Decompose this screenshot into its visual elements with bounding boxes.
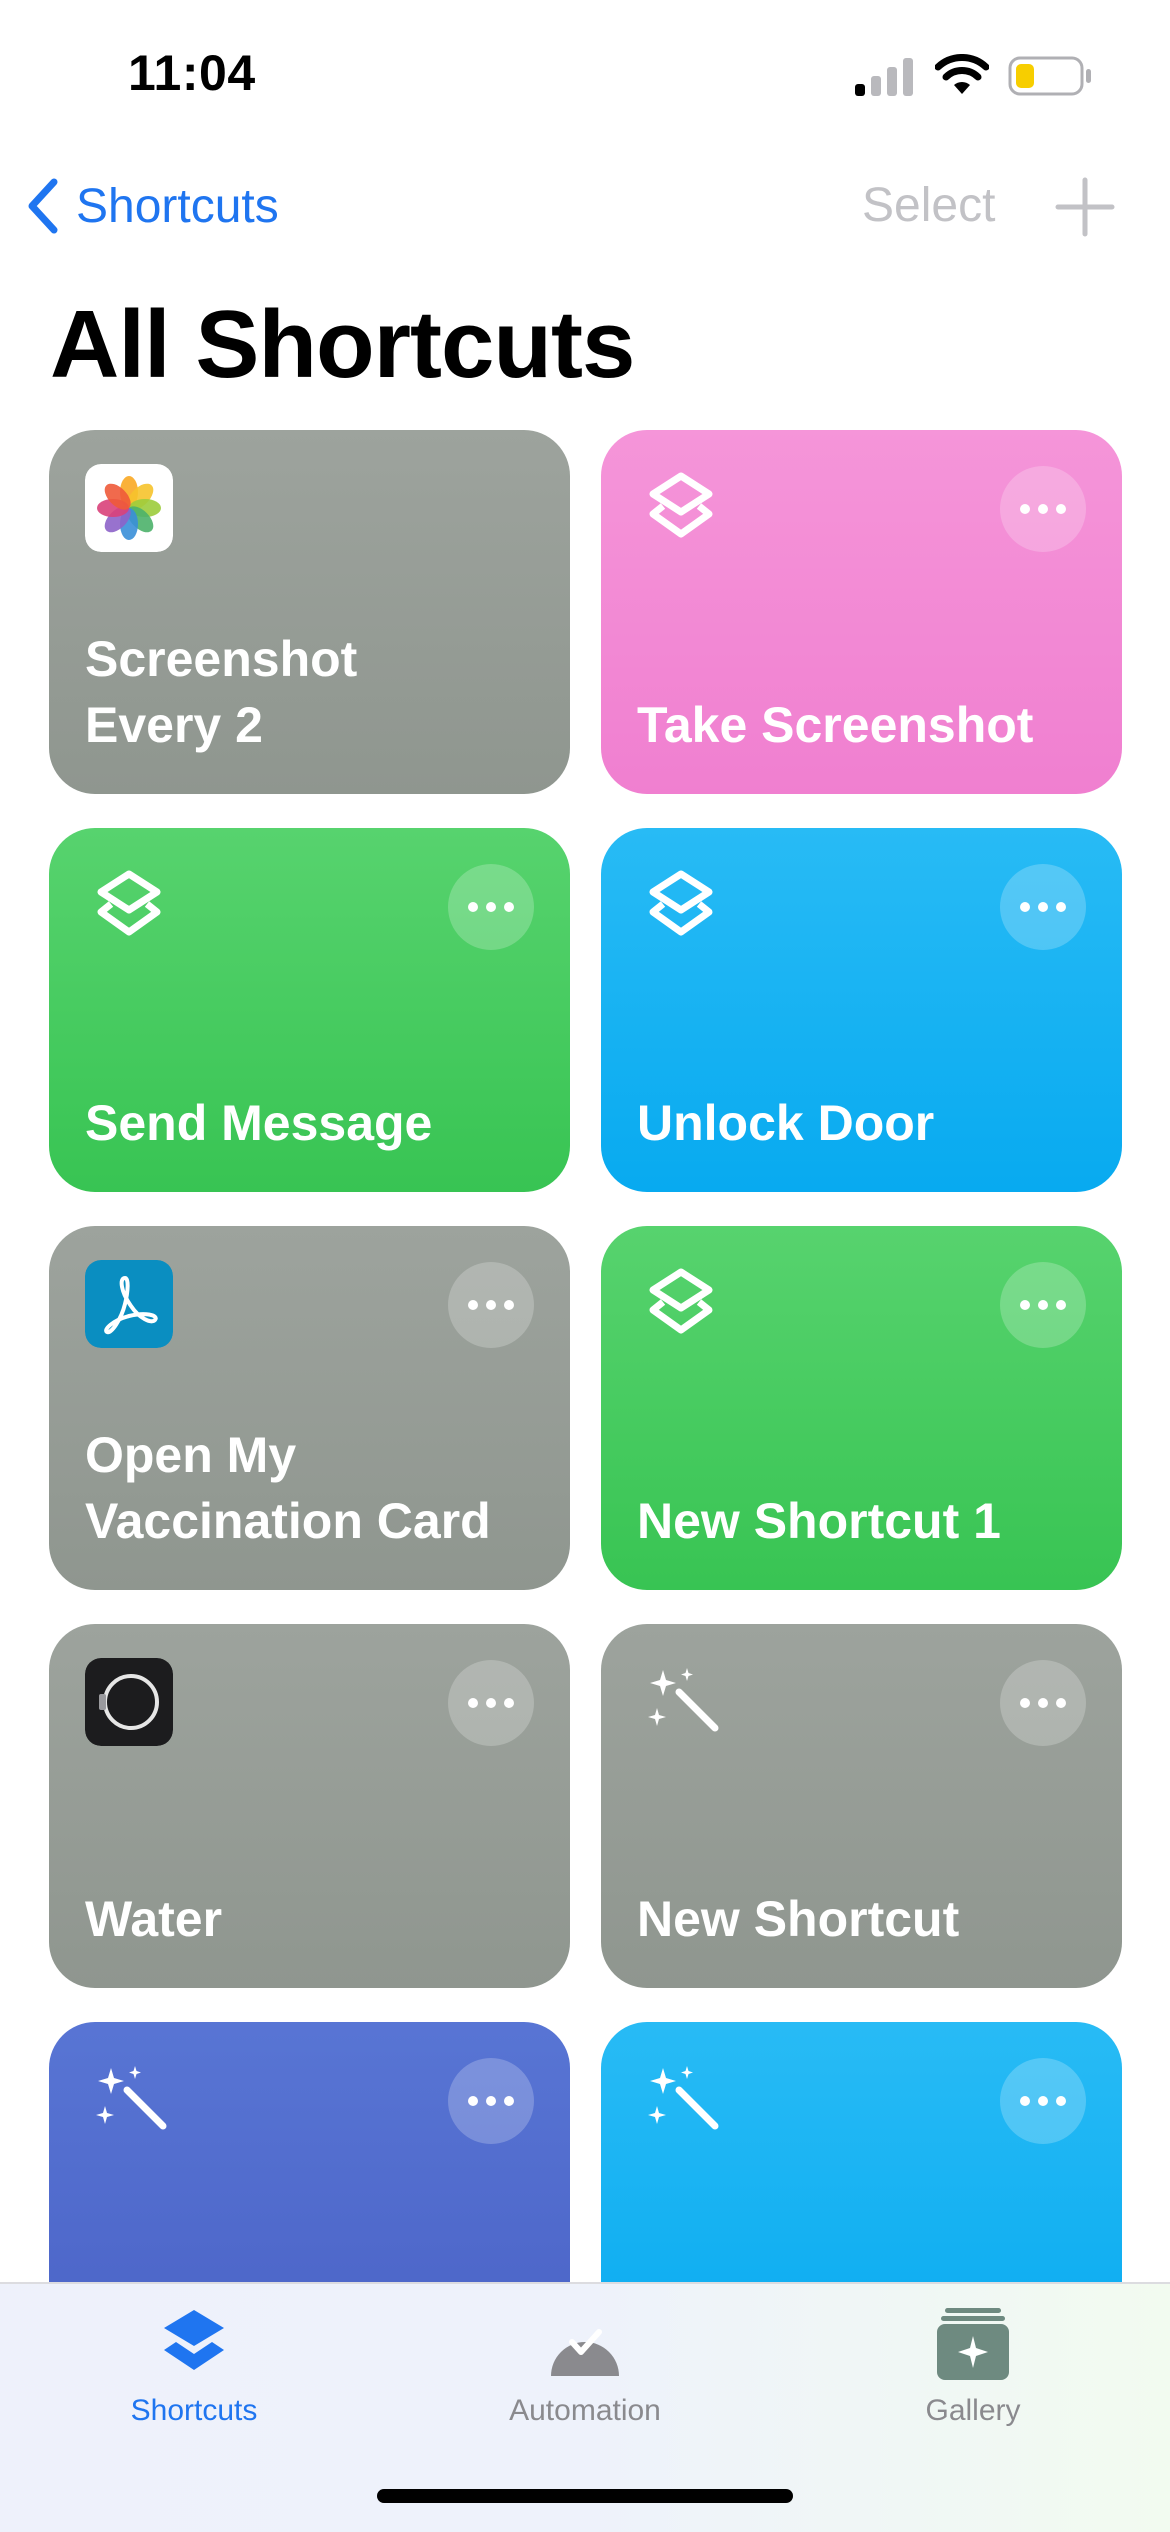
shortcut-title: Take Screenshot xyxy=(637,697,1034,753)
shortcut-card[interactable]: Water xyxy=(49,1624,570,1988)
tab-shortcuts[interactable]: Shortcuts xyxy=(74,2304,314,2454)
more-options-button[interactable] xyxy=(1000,1262,1086,1348)
shortcut-title: Water xyxy=(85,1891,223,1947)
home-indicator xyxy=(377,2489,793,2503)
wifi-icon xyxy=(935,54,989,94)
shortcuts-stack-icon xyxy=(97,870,161,936)
shortcuts-stack-icon xyxy=(649,472,713,538)
acrobat-app-icon xyxy=(85,1260,173,1348)
shortcut-card[interactable]: New Shortcut 1 xyxy=(601,1226,1122,1590)
shortcuts-stack-icon xyxy=(649,1268,713,1334)
tab-label: Gallery xyxy=(925,2394,1021,2427)
add-shortcut-button[interactable] xyxy=(1054,176,1116,238)
navigation-bar: Shortcuts Select xyxy=(0,160,1170,250)
more-options-button[interactable] xyxy=(1000,864,1086,950)
automation-tab-icon xyxy=(551,2329,619,2376)
shortcut-card[interactable]: New Shortcut xyxy=(601,1624,1122,1988)
magic-wand-icon xyxy=(648,1668,719,1732)
shortcut-title: New Shortcut 1 xyxy=(637,1493,1001,1549)
shortcut-card[interactable]: Unlock Door xyxy=(601,828,1122,1192)
cellular-signal-icon xyxy=(855,58,913,96)
photos-app-icon xyxy=(85,464,173,552)
tab-label: Shortcuts xyxy=(130,2394,258,2427)
tab-automation[interactable]: Automation xyxy=(465,2304,705,2454)
shortcut-title: Send Message xyxy=(85,1095,433,1151)
shortcut-card[interactable]: Screenshot Every 2 xyxy=(49,430,570,794)
shortcut-title: Screenshot Every 2 xyxy=(85,631,358,753)
page-title: All Shortcuts xyxy=(50,291,635,398)
shortcut-title: Open My Vaccination Card xyxy=(85,1427,491,1549)
more-options-button[interactable] xyxy=(448,2058,534,2144)
more-options-button[interactable] xyxy=(448,1262,534,1348)
chevron-left-icon xyxy=(28,178,58,234)
shortcut-card[interactable]: Open My Vaccination Card xyxy=(49,1226,570,1590)
gallery-tab-icon xyxy=(937,2308,1009,2380)
status-time: 11:04 xyxy=(128,45,256,101)
shortcut-card[interactable]: Send Message xyxy=(49,828,570,1192)
back-button[interactable]: Shortcuts xyxy=(24,174,279,238)
more-options-button[interactable] xyxy=(1000,2058,1086,2144)
more-options-button[interactable] xyxy=(448,864,534,950)
more-options-button[interactable] xyxy=(1000,1660,1086,1746)
select-button[interactable]: Select xyxy=(862,178,995,233)
status-bar: 11:04 xyxy=(0,0,1170,150)
battery-icon xyxy=(1008,56,1091,96)
watch-app-icon xyxy=(85,1658,173,1746)
shortcuts-stack-icon xyxy=(649,870,713,936)
shortcuts-tab-icon xyxy=(164,2310,224,2370)
magic-wand-icon xyxy=(96,2066,167,2130)
more-options-button[interactable] xyxy=(1000,466,1086,552)
tab-gallery[interactable]: Gallery xyxy=(853,2304,1093,2454)
shortcut-title: New Shortcut xyxy=(637,1891,960,1947)
more-options-button[interactable] xyxy=(448,1660,534,1746)
magic-wand-icon xyxy=(648,2066,719,2130)
back-button-label: Shortcuts xyxy=(76,179,279,233)
shortcut-card[interactable]: Take Screenshot xyxy=(601,430,1122,794)
shortcut-title: Unlock Door xyxy=(637,1095,935,1151)
tab-label: Automation xyxy=(509,2394,661,2427)
